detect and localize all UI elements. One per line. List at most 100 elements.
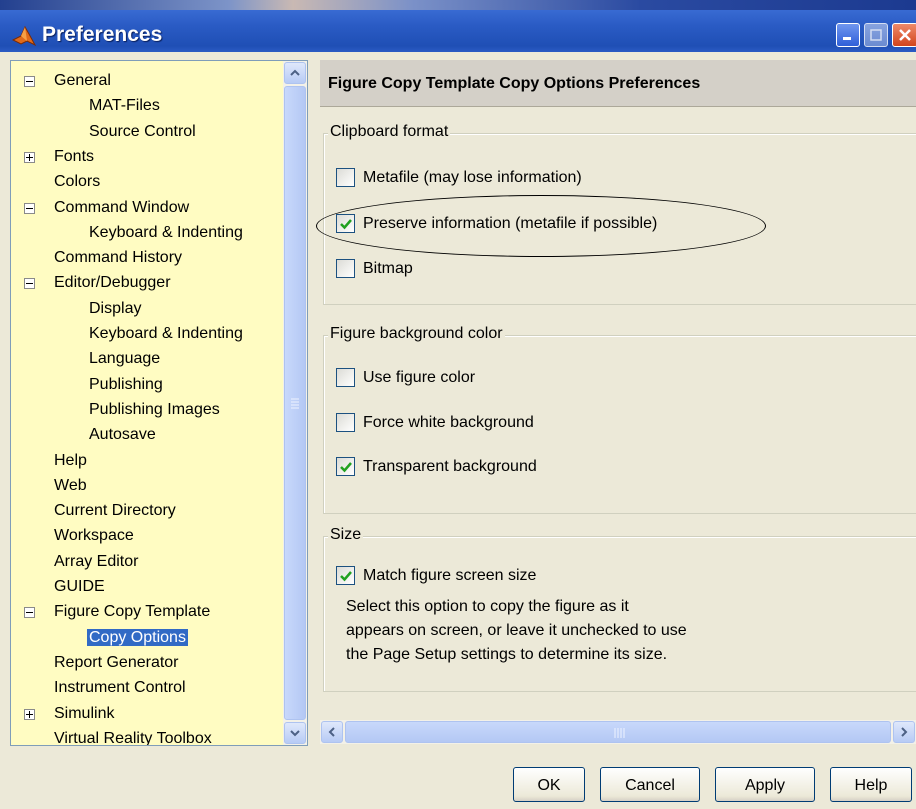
bitmap-checkbox[interactable]	[336, 259, 355, 278]
tree-item[interactable]: Help	[54, 450, 87, 472]
title-bar[interactable]: Preferences	[0, 0, 916, 52]
tree-item[interactable]: GUIDE	[54, 576, 105, 598]
tree-item-label: Simulink	[54, 704, 115, 722]
tree-item-label: Workspace	[54, 527, 134, 545]
tree-item-label: Command Window	[54, 198, 190, 216]
tree-scroll-thumb[interactable]	[284, 86, 306, 720]
tree-item-label: Report Generator	[54, 653, 179, 671]
window-title: Preferences	[42, 23, 163, 46]
tree-item[interactable]: Report Generator	[54, 652, 179, 674]
tree-item-label: Web	[54, 476, 87, 494]
tree-item[interactable]: Colors	[54, 171, 100, 193]
preserve-information-checkbox[interactable]	[336, 214, 355, 233]
size-description-line-1: Select this option to copy the figure as…	[346, 598, 629, 615]
checkmark-icon	[340, 219, 352, 230]
tree-item[interactable]: Keyboard & Indenting	[89, 222, 243, 244]
tree-item[interactable]: Web	[54, 475, 87, 497]
tree-item[interactable]: Display	[89, 298, 141, 320]
ok-button[interactable]: OK	[513, 767, 585, 802]
minimize-button[interactable]	[836, 23, 860, 47]
tree-item-label: Copy Options	[87, 628, 188, 646]
checkmark-icon	[340, 571, 352, 582]
minimize-icon	[843, 37, 851, 40]
metafile-checkbox[interactable]	[336, 168, 355, 187]
close-button[interactable]	[892, 23, 916, 47]
size-group: Size Match figure screen size Select thi…	[323, 526, 916, 692]
tree-vertical-scrollbar[interactable]	[283, 61, 307, 745]
tree-item-label: Figure Copy Template	[54, 603, 211, 621]
tree-item[interactable]: MAT-Files	[89, 95, 160, 117]
tree-item-label: GUIDE	[54, 578, 105, 595]
cancel-button[interactable]: Cancel	[600, 767, 700, 802]
use-figure-color-label: Use figure color	[363, 369, 476, 386]
tree-scroll-down-button[interactable]	[284, 722, 306, 744]
tree-item[interactable]: Keyboard & Indenting	[89, 323, 243, 345]
tree-item[interactable]: Command Window	[24, 197, 190, 219]
tree-item[interactable]: Virtual Reality Toolbox	[54, 728, 212, 745]
tree-item-label: Instrument Control	[54, 679, 186, 697]
options-content: Clipboard format Metafile (may lose info…	[320, 107, 916, 719]
tree-item-label: MAT-Files	[89, 97, 160, 115]
tree-item[interactable]: Copy Options	[87, 627, 188, 649]
collapse-minus-icon[interactable]	[24, 607, 35, 619]
panel-title: Figure Copy Template Copy Options Prefer…	[328, 75, 701, 92]
tree-item-label: Help	[54, 451, 87, 469]
tree-item-label: Display	[89, 299, 142, 317]
tree-item[interactable]: Language	[89, 348, 160, 370]
tree-item-label: Current Directory	[54, 502, 176, 520]
use-figure-color-checkbox[interactable]	[336, 368, 355, 387]
matlab-logo-icon	[12, 25, 36, 47]
tree-item-label: Keyboard & Indenting	[89, 325, 243, 342]
chevron-up-icon	[290, 69, 300, 76]
tree-item-label: Editor/Debugger	[54, 274, 171, 292]
tree-item-label: Autosave	[89, 426, 156, 444]
size-title: Size	[328, 526, 364, 544]
transparent-background-checkbox[interactable]	[336, 457, 355, 476]
match-screen-size-checkbox[interactable]	[336, 566, 355, 585]
transparent-background-label: Transparent background	[363, 458, 537, 475]
content-horizontal-scrollbar[interactable]	[320, 720, 916, 744]
tree-viewport: General MAT-Files Source Control Fonts Color…	[11, 61, 283, 745]
help-button[interactable]: Help	[830, 767, 912, 802]
tree-item[interactable]: Figure Copy Template	[24, 601, 211, 623]
grip-icon	[614, 728, 625, 738]
match-screen-size-label: Match figure screen size	[363, 567, 537, 584]
size-description-line-3: the Page Setup settings to determine its…	[346, 646, 668, 663]
figure-background-title: Figure background color	[328, 325, 505, 343]
tree-item[interactable]: General	[24, 70, 111, 92]
force-white-background-label: Force white background	[363, 414, 534, 431]
tree-item[interactable]: Current Directory	[54, 500, 176, 522]
maximize-button[interactable]	[864, 23, 888, 47]
tree-item-label: Publishing	[89, 375, 163, 393]
tree-item-label: Language	[89, 350, 161, 368]
tree-item[interactable]: Autosave	[89, 424, 156, 446]
tree-item[interactable]: Publishing Images	[89, 399, 220, 421]
tree-item[interactable]: Publishing	[89, 374, 163, 396]
collapse-minus-icon[interactable]	[24, 202, 35, 214]
expand-plus-icon[interactable]	[24, 151, 35, 163]
tree-item[interactable]: Simulink	[24, 703, 115, 725]
tree-item[interactable]: Fonts	[24, 146, 95, 168]
collapse-minus-icon[interactable]	[24, 278, 35, 290]
tree-scroll-up-button[interactable]	[284, 62, 306, 84]
preferences-tree[interactable]: General MAT-Files Source Control Fonts Color…	[10, 60, 308, 746]
metafile-label: Metafile (may lose information)	[363, 169, 582, 186]
maximize-icon	[870, 29, 882, 41]
content-scroll-thumb[interactable]	[345, 721, 891, 743]
tree-item[interactable]: Instrument Control	[54, 677, 186, 699]
expand-plus-icon[interactable]	[24, 708, 35, 720]
apply-button[interactable]: Apply	[715, 767, 815, 802]
force-white-background-checkbox[interactable]	[336, 413, 355, 432]
tree-item[interactable]: Source Control	[89, 121, 196, 143]
tree-item-label: General	[54, 72, 111, 89]
tree-item[interactable]: Workspace	[54, 525, 134, 547]
tree-item[interactable]: Command History	[54, 247, 182, 269]
content-scroll-left-button[interactable]	[321, 721, 343, 743]
close-icon	[899, 29, 911, 41]
content-scroll-right-button[interactable]	[893, 721, 915, 743]
tree-item[interactable]: Array Editor	[54, 551, 138, 573]
tree-item[interactable]: Editor/Debugger	[24, 272, 171, 294]
tree-item-label: Fonts	[54, 147, 95, 165]
tree-item-label: Array Editor	[54, 552, 139, 570]
collapse-minus-icon[interactable]	[24, 76, 35, 87]
